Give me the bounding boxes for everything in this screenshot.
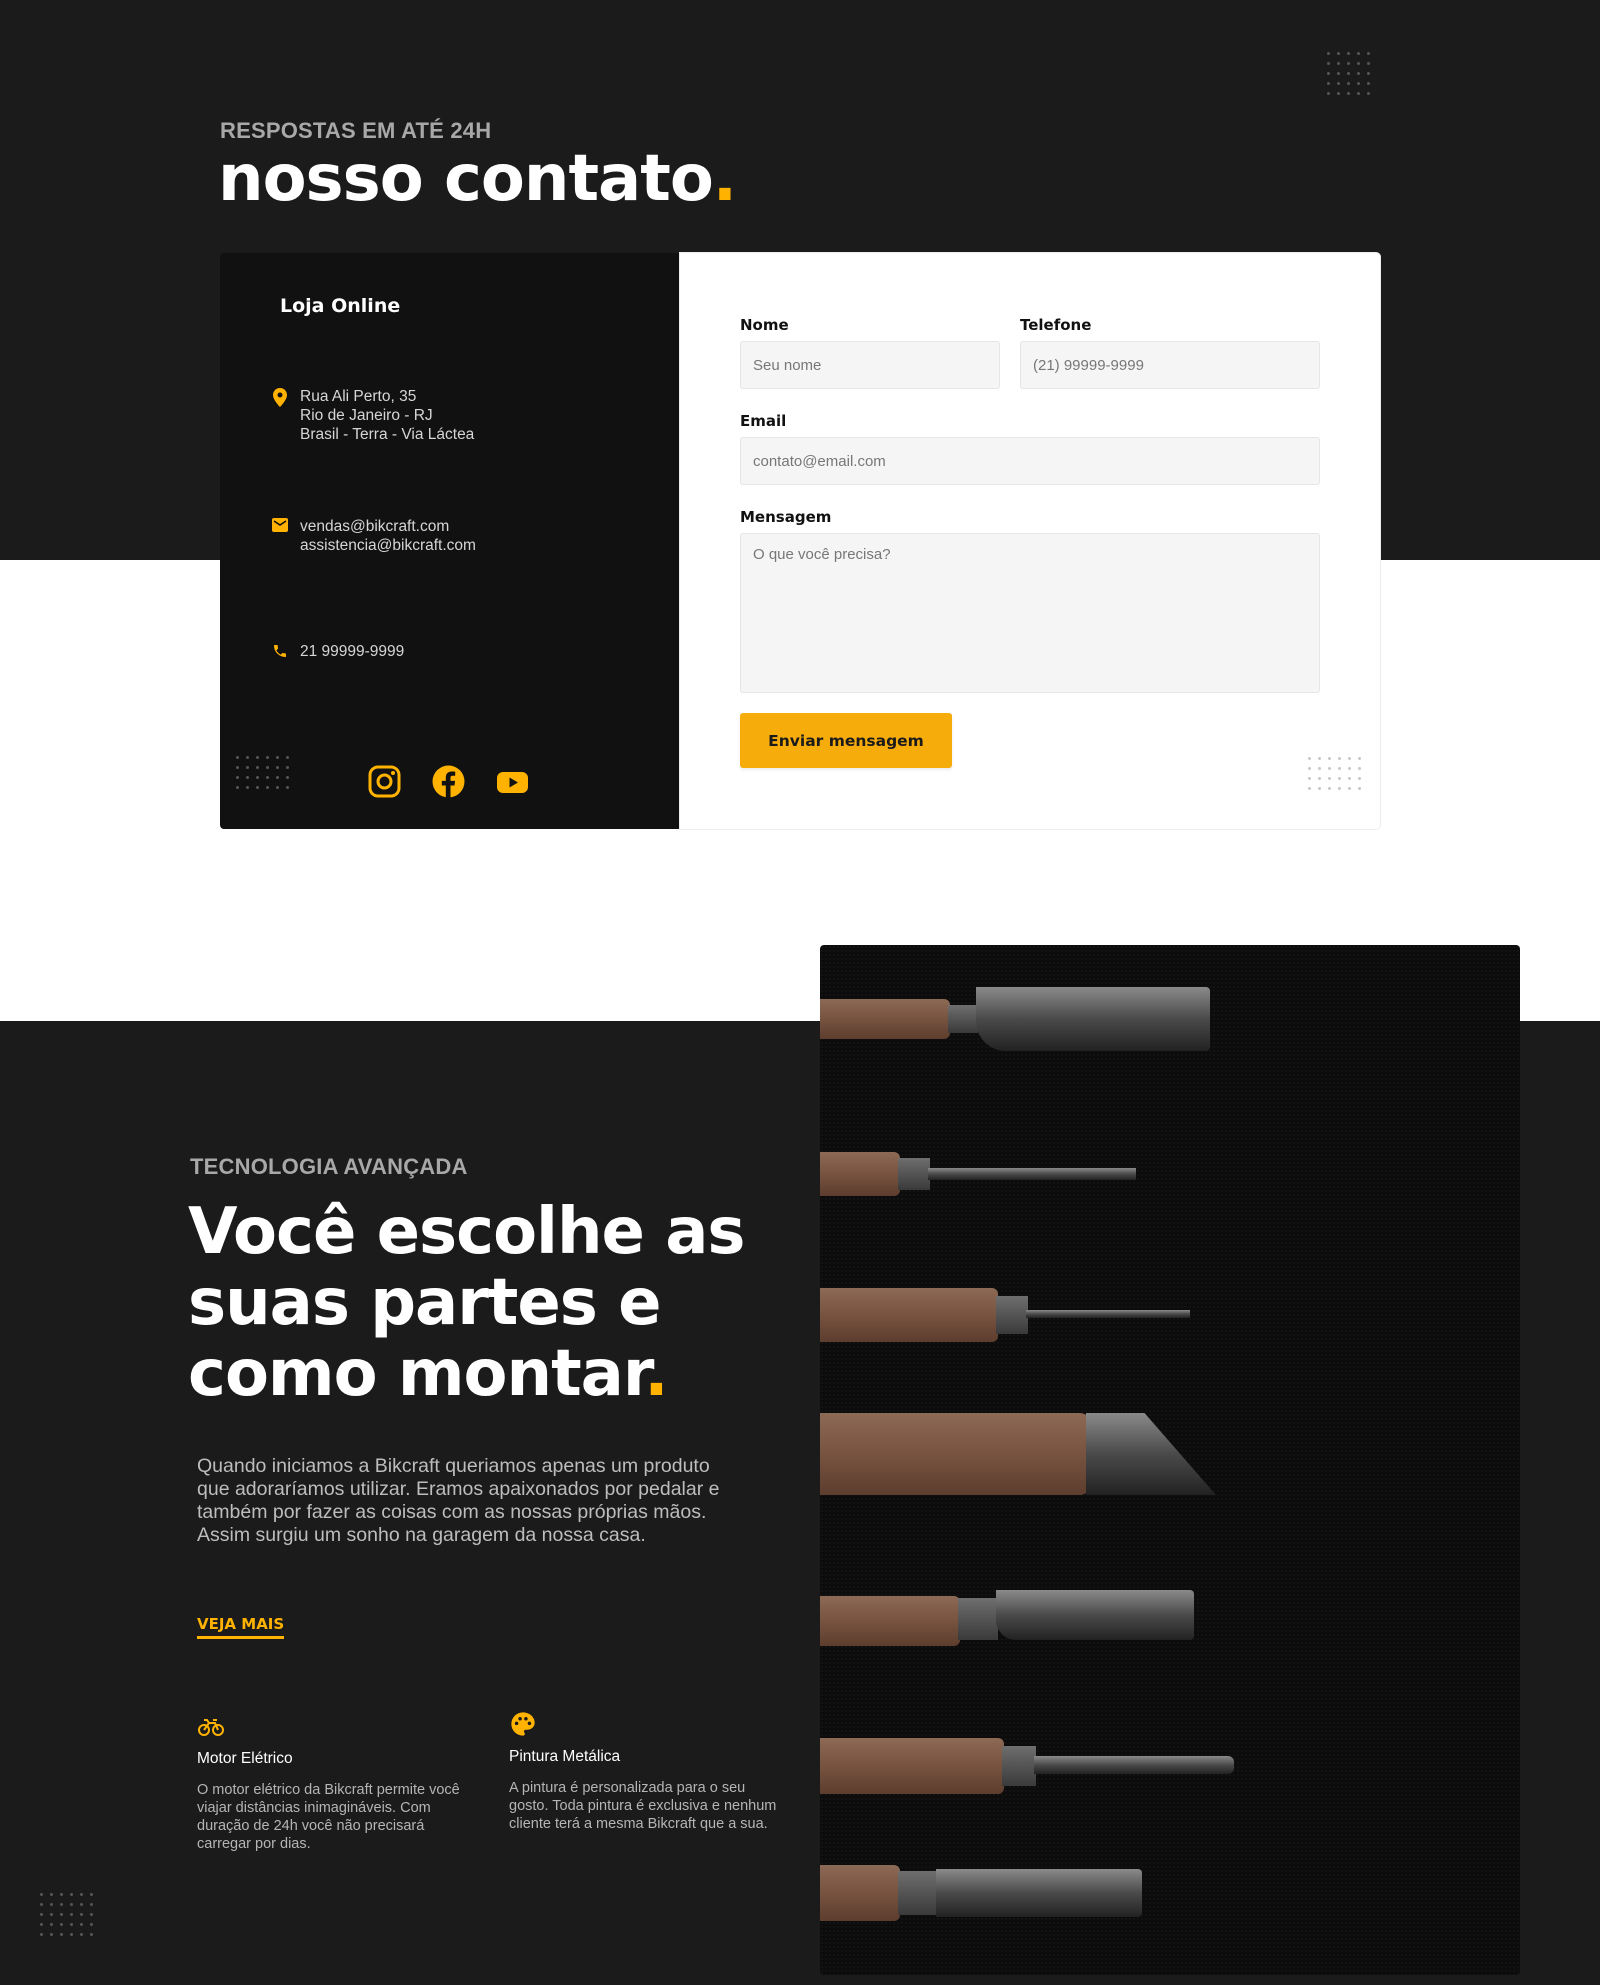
youtube-icon[interactable] bbox=[496, 765, 529, 798]
see-more-link[interactable]: VEJA MAIS bbox=[197, 1615, 285, 1639]
carving-tool bbox=[820, 1288, 1220, 1342]
mail-icon bbox=[270, 517, 290, 537]
email-row: vendas@bikcraft.com assistencia@bikcraft… bbox=[270, 517, 476, 555]
dot-grid-decoration bbox=[236, 756, 289, 789]
send-message-button[interactable]: Enviar mensagem bbox=[740, 713, 952, 768]
instagram-icon[interactable] bbox=[368, 765, 401, 798]
contact-title: nosso contato. bbox=[218, 142, 737, 216]
social-links bbox=[368, 765, 529, 798]
phone-number[interactable]: 21 99999-9999 bbox=[300, 642, 404, 662]
palette-icon bbox=[509, 1710, 537, 1738]
feature-text: A pintura é personalizada para o seu gos… bbox=[509, 1780, 777, 1832]
technology-description: Quando iniciamos a Bikcraft queriamos ap… bbox=[197, 1455, 720, 1546]
title-accent-dot: . bbox=[712, 142, 737, 216]
address-row: Rua Ali Perto, 35 Rio de Janeiro - RJ Br… bbox=[270, 387, 474, 444]
carving-tools-photo bbox=[820, 945, 1520, 1975]
feature-text: O motor elétrico da Bikcraft permite voc… bbox=[197, 1782, 460, 1852]
name-label: Nome bbox=[740, 316, 789, 334]
technology-eyebrow: TECNOLOGIA AVANÇADA bbox=[190, 1154, 468, 1179]
feature-metallic-paint: Pintura Metálica A pintura é personaliza… bbox=[509, 1710, 779, 1833]
email-label: Email bbox=[740, 412, 787, 430]
facebook-icon[interactable] bbox=[432, 765, 465, 798]
electric-bike-icon bbox=[197, 1712, 225, 1740]
carving-tool bbox=[820, 1865, 1160, 1921]
phone-input[interactable] bbox=[1020, 341, 1320, 389]
carving-tool bbox=[820, 1738, 1240, 1794]
location-pin-icon bbox=[270, 387, 290, 407]
address-line: Brasil - Terra - Via Láctea bbox=[300, 426, 475, 443]
dot-grid-decoration bbox=[40, 1893, 93, 1936]
title-accent-dot: . bbox=[644, 1337, 668, 1411]
name-input[interactable] bbox=[740, 341, 1000, 389]
feature-title: Pintura Metálica bbox=[509, 1748, 621, 1765]
message-textarea[interactable] bbox=[740, 533, 1320, 693]
dot-grid-decoration bbox=[1327, 52, 1370, 95]
title-line: Você escolhe as bbox=[188, 1195, 745, 1269]
technology-title: Você escolhe as suas partes e como monta… bbox=[188, 1197, 745, 1410]
feature-title: Motor Elétrico bbox=[197, 1750, 293, 1767]
store-title: Loja Online bbox=[280, 295, 401, 317]
phone-label: Telefone bbox=[1020, 316, 1092, 334]
email-link[interactable]: vendas@bikcraft.com bbox=[300, 517, 476, 536]
email-input[interactable] bbox=[740, 437, 1320, 485]
contact-title-text: nosso contato bbox=[218, 142, 714, 216]
message-label: Mensagem bbox=[740, 508, 832, 526]
carving-tool bbox=[820, 987, 1220, 1051]
contact-eyebrow: RESPOSTAS EM ATÉ 24H bbox=[220, 118, 492, 143]
contact-form: Nome Telefone Email Mensagem Enviar mens… bbox=[680, 253, 1380, 829]
feature-electric-motor: Motor Elétrico O motor elétrico da Bikcr… bbox=[197, 1712, 467, 1853]
phone-icon bbox=[270, 642, 290, 662]
carving-knife bbox=[820, 1413, 1240, 1495]
contact-info-panel: Loja Online Rua Ali Perto, 35 Rio de Jan… bbox=[220, 253, 680, 829]
address-line: Rua Ali Perto, 35 bbox=[300, 388, 417, 405]
address-lines: Rua Ali Perto, 35 Rio de Janeiro - RJ Br… bbox=[300, 387, 474, 444]
phone-row: 21 99999-9999 bbox=[270, 642, 404, 662]
carving-tool bbox=[820, 1152, 1160, 1196]
address-line: Rio de Janeiro - RJ bbox=[300, 407, 433, 424]
dot-grid-decoration bbox=[1308, 757, 1361, 790]
email-link[interactable]: assistencia@bikcraft.com bbox=[300, 536, 476, 555]
carving-tool bbox=[820, 1590, 1220, 1646]
email-lines: vendas@bikcraft.com assistencia@bikcraft… bbox=[300, 517, 476, 555]
title-line: suas partes e bbox=[188, 1266, 662, 1340]
title-line: como montar bbox=[188, 1337, 645, 1411]
